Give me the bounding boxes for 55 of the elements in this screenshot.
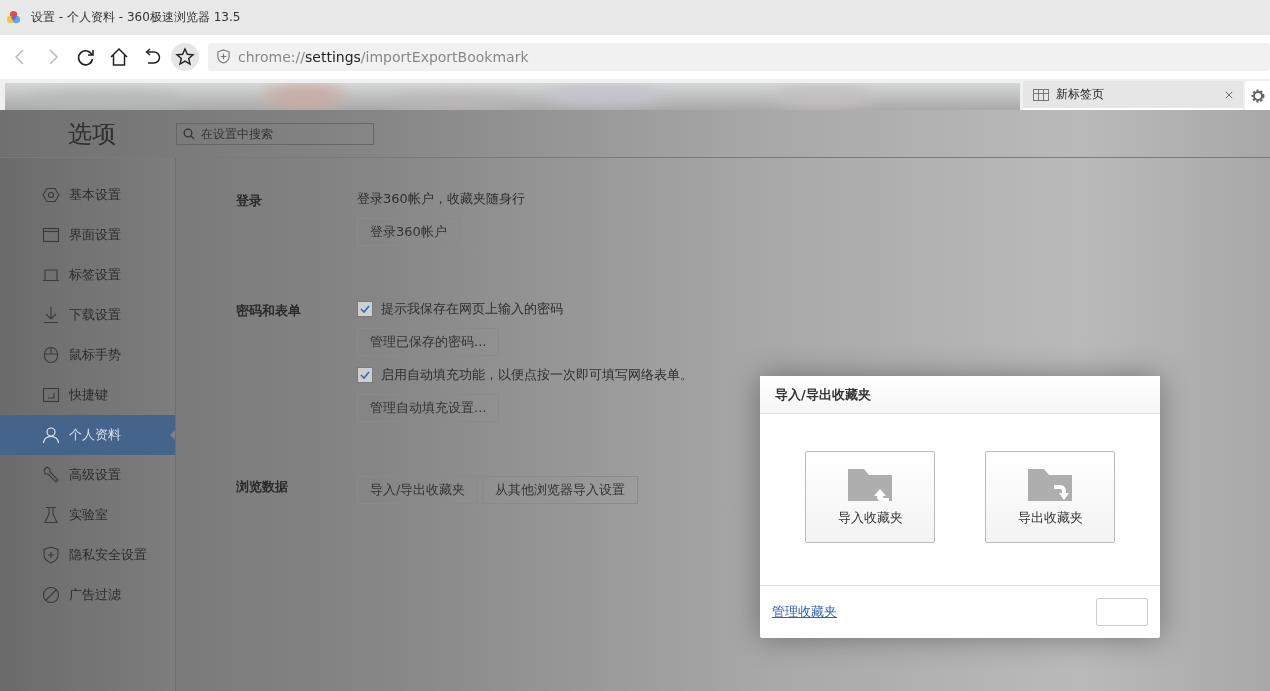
browser-tab[interactable]: 新标签页 <box>1023 81 1244 110</box>
person-icon <box>42 426 60 444</box>
settings-button[interactable]: 管理自动填充设置... <box>357 394 500 422</box>
dial-icon <box>42 186 60 204</box>
window-icon <box>42 226 60 244</box>
sidebar-item[interactable]: 高级设置 <box>0 455 175 495</box>
prohibited-icon <box>42 586 60 604</box>
sidebar-item[interactable]: 个人资料 <box>0 415 175 455</box>
folder-up-arrow-icon <box>846 466 894 503</box>
wrench-icon <box>42 466 60 484</box>
browser-logo-icon <box>6 10 21 25</box>
close-icon[interactable] <box>1225 90 1234 99</box>
section-text: 登录360帐户，收藏夹随身行 <box>357 190 525 208</box>
sidebar-item[interactable]: 下载设置 <box>0 295 175 335</box>
sidebar-item[interactable]: 基本设置 <box>0 175 175 215</box>
settings-tab[interactable] <box>1245 81 1270 110</box>
keyboard-icon <box>42 386 60 404</box>
export-button[interactable]: 导出收藏夹 <box>985 450 1115 543</box>
import-button[interactable]: 导入收藏夹 <box>805 450 935 543</box>
checkbox[interactable] <box>357 301 373 317</box>
window-title: 设置 - 个人资料 - 360极速浏览器 13.5 <box>31 9 241 26</box>
dialog-title: 导入/导出收藏夹 <box>775 385 871 404</box>
sidebar-item[interactable]: 隐私安全设置 <box>0 535 175 575</box>
page-heading: 选项 <box>67 118 117 150</box>
grid-icon <box>1033 88 1050 101</box>
sidebar-item[interactable]: 快捷键 <box>0 375 175 415</box>
settings-button[interactable]: 管理已保存的密码... <box>357 328 500 356</box>
search-icon <box>183 127 195 140</box>
folder-down-arrow-icon <box>1026 466 1074 503</box>
section-label: 浏览数据 <box>236 478 289 496</box>
section-label: 登录 <box>236 192 263 210</box>
download-icon <box>42 306 60 324</box>
sidebar-item[interactable]: 鼠标手势 <box>0 335 175 375</box>
url-text: chrome://settings/importExportBookmark <box>238 48 529 65</box>
shield-icon <box>216 49 231 64</box>
settings-button[interactable]: 从其他浏览器导入设置 <box>482 476 639 504</box>
sidebar-item[interactable]: 广告过滤 <box>0 575 175 615</box>
address-bar[interactable]: chrome://settings/importExportBookmark <box>208 42 1270 71</box>
mouse-icon <box>42 346 60 364</box>
section-label: 密码和表单 <box>236 302 302 320</box>
manage-bookmarks-link[interactable]: 管理收藏夹 <box>772 603 837 621</box>
tab-icon <box>42 266 60 284</box>
flask-icon <box>42 506 60 524</box>
tab-label: 新标签页 <box>1056 86 1105 103</box>
sidebar-item[interactable]: 标签设置 <box>0 255 175 295</box>
search-field[interactable]: 在设置中搜索 <box>176 122 374 145</box>
sidebar-item[interactable]: 界面设置 <box>0 215 175 255</box>
sidebar-item[interactable]: 实验室 <box>0 495 175 535</box>
settings-icon <box>1249 87 1266 104</box>
shield-icon <box>42 546 60 564</box>
settings-button[interactable]: 导入/导出收藏夹 <box>357 476 479 504</box>
checkbox[interactable] <box>357 367 373 383</box>
home-icon[interactable] <box>109 46 129 67</box>
checkbox-label: 提示我保存在网页上输入的密码 <box>381 300 563 318</box>
star-button[interactable] <box>171 42 199 71</box>
